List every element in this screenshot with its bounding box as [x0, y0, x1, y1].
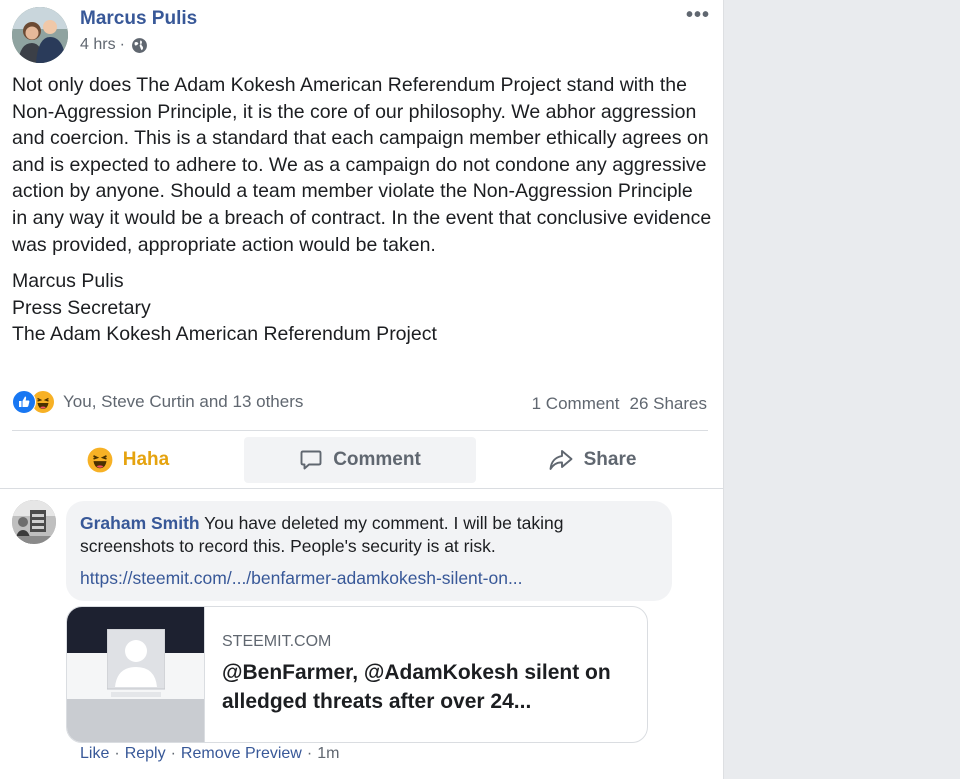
- right-column-background: [723, 0, 960, 779]
- share-button[interactable]: Share: [476, 437, 708, 483]
- footer-separator: ·: [306, 745, 313, 762]
- signature-name: Marcus Pulis: [12, 270, 124, 293]
- haha-emoji-icon: [87, 447, 113, 473]
- divider: [12, 430, 708, 431]
- divider: [0, 488, 723, 489]
- preview-title: @BenFarmer, @AdamKokesh silent on alledg…: [222, 661, 611, 713]
- comment-timestamp[interactable]: 1m: [317, 745, 339, 763]
- remove-preview-link[interactable]: Remove Preview: [181, 745, 302, 763]
- default-profile-icon: [107, 629, 165, 697]
- comment-text: Graham Smith You have deleted my comment…: [80, 512, 640, 558]
- post-meta: 4 hrs ·: [80, 36, 148, 54]
- post-paragraph: Not only does The Adam Kokesh American R…: [12, 74, 712, 256]
- globe-icon[interactable]: [131, 37, 148, 54]
- haha-label: Haha: [122, 449, 170, 470]
- commenter-name-link[interactable]: Graham Smith: [80, 513, 200, 533]
- comment-footer: Like · Reply · Remove Preview · 1m: [80, 745, 339, 763]
- post-actions: Haha Comment Share: [12, 437, 708, 483]
- preview-thumbnail: [67, 607, 205, 742]
- comment-count-link[interactable]: 1 Comment: [532, 394, 620, 414]
- speech-bubble-icon: [300, 450, 322, 470]
- like-reaction-icon: [12, 390, 36, 414]
- author-name-link[interactable]: Marcus Pulis: [80, 8, 197, 30]
- post-timestamp[interactable]: 4 hrs: [80, 36, 116, 54]
- comment-reply-link[interactable]: Reply: [125, 745, 166, 763]
- signature-organization: The Adam Kokesh American Referendum Proj…: [12, 323, 437, 346]
- link-preview-card[interactable]: STEEMIT.COM @BenFarmer, @AdamKokesh sile…: [66, 606, 648, 743]
- haha-button[interactable]: Haha: [12, 437, 244, 483]
- author-avatar[interactable]: [12, 7, 68, 63]
- reaction-names[interactable]: You, Steve Curtin and 13 others: [63, 392, 303, 412]
- share-arrow-icon: [549, 450, 573, 470]
- signature-title: Press Secretary: [12, 296, 151, 319]
- comment-label: Comment: [333, 449, 421, 470]
- share-count-link[interactable]: 26 Shares: [630, 394, 708, 414]
- preview-domain: STEEMIT.COM: [222, 633, 332, 650]
- comment-like-link[interactable]: Like: [80, 745, 109, 763]
- comment-button[interactable]: Comment: [244, 437, 476, 483]
- post-body: Not only does The Adam Kokesh American R…: [12, 72, 712, 348]
- footer-separator: ·: [114, 745, 120, 762]
- footer-separator: ·: [170, 745, 176, 762]
- meta-separator: ·: [119, 36, 125, 53]
- reactions-summary[interactable]: You, Steve Curtin and 13 others: [12, 390, 303, 414]
- facebook-post: Marcus Pulis 4 hrs · ••• Not only does T…: [0, 0, 723, 779]
- reaction-icons: [12, 390, 58, 414]
- more-options-button[interactable]: •••: [686, 4, 710, 27]
- engagement-counts: 1 Comment 26 Shares: [532, 394, 707, 414]
- commenter-avatar[interactable]: [12, 500, 56, 544]
- share-label: Share: [583, 449, 637, 470]
- comment-url-link[interactable]: https://steemit.com/.../benfarmer-adamko…: [80, 568, 523, 589]
